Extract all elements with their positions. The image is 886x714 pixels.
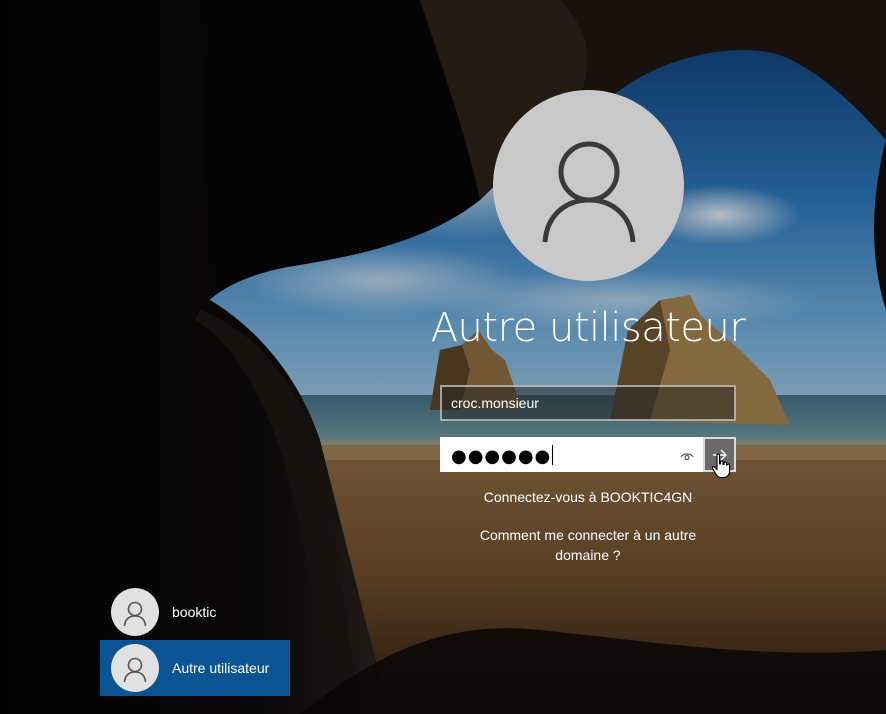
text-caret (552, 445, 554, 465)
username-value: croc.monsieur (451, 395, 539, 411)
user-avatar-icon (123, 601, 147, 626)
account-title: Autre utilisateur (430, 305, 746, 351)
other-domain-line-1: Comment me connecter à un autre (479, 527, 697, 543)
user-avatar-icon (542, 141, 635, 242)
password-field[interactable]: ●●●●●● (440, 437, 703, 472)
user-avatar (111, 644, 159, 692)
password-row: ●●●●●● (440, 437, 736, 472)
other-domain-line-2: domaine ? (555, 547, 621, 563)
user-item-booktic[interactable]: booktic (100, 584, 290, 640)
eye-icon[interactable] (680, 449, 694, 463)
user-avatar (111, 588, 159, 636)
lock-screen: Autre utilisateur croc.monsieur ●●●●●● C… (0, 0, 886, 714)
user-item-autre-utilisateur[interactable]: Autre utilisateur (100, 640, 290, 696)
user-avatar-large (493, 90, 684, 281)
password-masked-value: ●●●●●● (451, 446, 552, 467)
user-avatar-icon (123, 657, 147, 682)
hand-pointer-icon (711, 453, 731, 479)
user-item-label: booktic (172, 604, 217, 620)
sign-in-target-label: Connectez-vous à BOOKTIC4GN (483, 489, 693, 505)
user-list: booktic Autre utilisateur (100, 584, 290, 696)
user-item-label: Autre utilisateur (172, 660, 270, 676)
other-domain-link[interactable]: Comment me connecter à un autre domaine … (458, 525, 718, 565)
username-field[interactable]: croc.monsieur (440, 385, 736, 421)
